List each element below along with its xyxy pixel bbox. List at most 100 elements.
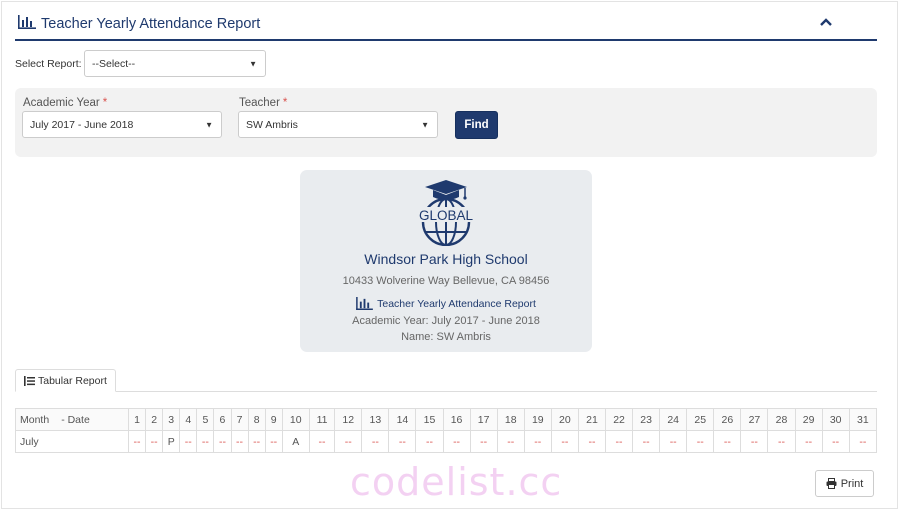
- day-header: 4: [179, 408, 198, 431]
- attendance-cell: --: [794, 430, 823, 453]
- table-row: July -- -- P -- -- -- -- -- -- A -- -- -- -- -- -- -- -- --…: [15, 430, 878, 453]
- dropdown-caret-icon: ▼: [421, 120, 429, 129]
- attendance-cell: --: [247, 430, 266, 453]
- list-icon: [24, 375, 35, 386]
- school-logo: GLOBAL: [419, 180, 474, 246]
- day-header: 17: [469, 408, 498, 431]
- attendance-cell: --: [659, 430, 688, 453]
- day-header: 3: [162, 408, 181, 431]
- attendance-cell: --: [686, 430, 715, 453]
- report-title: Teacher Yearly Attendance Report: [377, 298, 536, 310]
- select-report-label: Select Report:: [15, 58, 82, 70]
- school-address: 10433 Wolverine Way Bellevue, CA 98456: [342, 275, 550, 287]
- report-info-card: GLOBAL Windsor Park High School 10433 Wo…: [300, 170, 592, 352]
- day-header: 2: [145, 408, 164, 431]
- attendance-cell: --: [213, 430, 232, 453]
- attendance-cell: --: [632, 430, 661, 453]
- attendance-cell: --: [740, 430, 769, 453]
- teacher-value: SW Ambris: [246, 118, 298, 131]
- tab-tabular-report[interactable]: Tabular Report: [15, 369, 116, 392]
- day-header: 24: [659, 408, 688, 431]
- attendance-cell: --: [550, 430, 579, 453]
- attendance-cell: --: [469, 430, 498, 453]
- day-header: 23: [632, 408, 661, 431]
- table-header-row: Month - Date 1 2 3 4 5 6 7 8 9 10 11 12 13 14 15 16 17 18 1…: [15, 408, 878, 431]
- day-header: 25: [686, 408, 715, 431]
- watermark-text: codelist.cc: [350, 460, 563, 504]
- attendance-cell: --: [334, 430, 363, 453]
- day-header: 7: [230, 408, 249, 431]
- day-header: 22: [604, 408, 634, 431]
- attendance-cell: --: [196, 430, 215, 453]
- attendance-cell: --: [127, 430, 147, 453]
- teacher-label: Teacher *: [239, 97, 288, 109]
- day-header: 13: [361, 408, 390, 431]
- tab-label: Tabular Report: [38, 374, 107, 387]
- attendance-cell: --: [713, 430, 742, 453]
- find-button[interactable]: Find: [455, 111, 498, 139]
- day-header: 5: [196, 408, 215, 431]
- page-title: Teacher Yearly Attendance Report: [41, 16, 261, 32]
- day-header: 10: [281, 408, 310, 431]
- day-header: 11: [308, 408, 336, 431]
- day-header: 20: [550, 408, 579, 431]
- day-header: 16: [442, 408, 471, 431]
- day-header: 19: [523, 408, 552, 431]
- day-header: 8: [247, 408, 266, 431]
- day-header: 21: [577, 408, 607, 431]
- print-label: Print: [840, 477, 864, 490]
- attendance-cell: --: [767, 430, 796, 453]
- attendance-cell: --: [496, 430, 525, 453]
- attendance-cell: --: [415, 430, 444, 453]
- school-name: Windsor Park High School: [364, 251, 528, 267]
- attendance-cell: --: [230, 430, 249, 453]
- teacher-select[interactable]: SW Ambris ▼: [238, 111, 438, 138]
- bar-chart-icon: [356, 297, 373, 310]
- day-header: 28: [767, 408, 796, 431]
- report-title-row: Teacher Yearly Attendance Report: [300, 297, 592, 310]
- attendance-table: Month - Date 1 2 3 4 5 6 7 8 9 10 11 12 13 14 15 16 17 18 1…: [15, 408, 878, 453]
- academic-year-value: July 2017 - June 2018: [30, 118, 134, 131]
- attendance-cell: --: [145, 430, 164, 453]
- attendance-cell: A: [281, 430, 310, 453]
- print-button[interactable]: Print: [815, 470, 874, 497]
- select-report-dropdown[interactable]: --Select-- ▼: [84, 50, 266, 77]
- select-report-value: --Select--: [92, 57, 136, 70]
- chevron-up-icon[interactable]: [819, 15, 833, 29]
- day-header: 1: [127, 408, 147, 431]
- day-header: 26: [713, 408, 742, 431]
- academic-year-label: Academic Year *: [23, 97, 108, 109]
- month-date-header: Month - Date: [15, 408, 129, 431]
- bar-chart-icon: [18, 15, 36, 29]
- day-header: 29: [794, 408, 823, 431]
- tab-divider: [15, 391, 877, 392]
- attendance-cell: --: [388, 430, 417, 453]
- attendance-cell: --: [442, 430, 471, 453]
- logo-text: GLOBAL: [419, 208, 474, 223]
- day-header: 31: [848, 408, 878, 431]
- attendance-cell: --: [604, 430, 634, 453]
- attendance-cell: --: [848, 430, 878, 453]
- printer-icon: [826, 478, 837, 489]
- attendance-cell: P: [162, 430, 181, 453]
- attendance-cell: --: [577, 430, 607, 453]
- day-header: 14: [388, 408, 417, 431]
- day-header: 27: [740, 408, 769, 431]
- month-cell: July: [15, 430, 129, 453]
- attendance-cell: --: [179, 430, 198, 453]
- attendance-cell: --: [821, 430, 850, 453]
- attendance-cell: --: [264, 430, 283, 453]
- report-header: Teacher Yearly Attendance Report: [15, 8, 877, 41]
- attendance-cell: --: [308, 430, 336, 453]
- dropdown-caret-icon: ▼: [205, 120, 213, 129]
- academic-year-line: Academic Year: July 2017 - June 2018: [352, 315, 540, 327]
- day-header: 12: [334, 408, 363, 431]
- day-header: 18: [496, 408, 525, 431]
- attendance-cell: --: [361, 430, 390, 453]
- dropdown-caret-icon: ▼: [249, 59, 257, 68]
- day-header: 6: [213, 408, 232, 431]
- academic-year-select[interactable]: July 2017 - June 2018 ▼: [22, 111, 222, 138]
- teacher-name-line: Name: SW Ambris: [401, 331, 491, 343]
- day-header: 15: [415, 408, 444, 431]
- day-header: 9: [264, 408, 283, 431]
